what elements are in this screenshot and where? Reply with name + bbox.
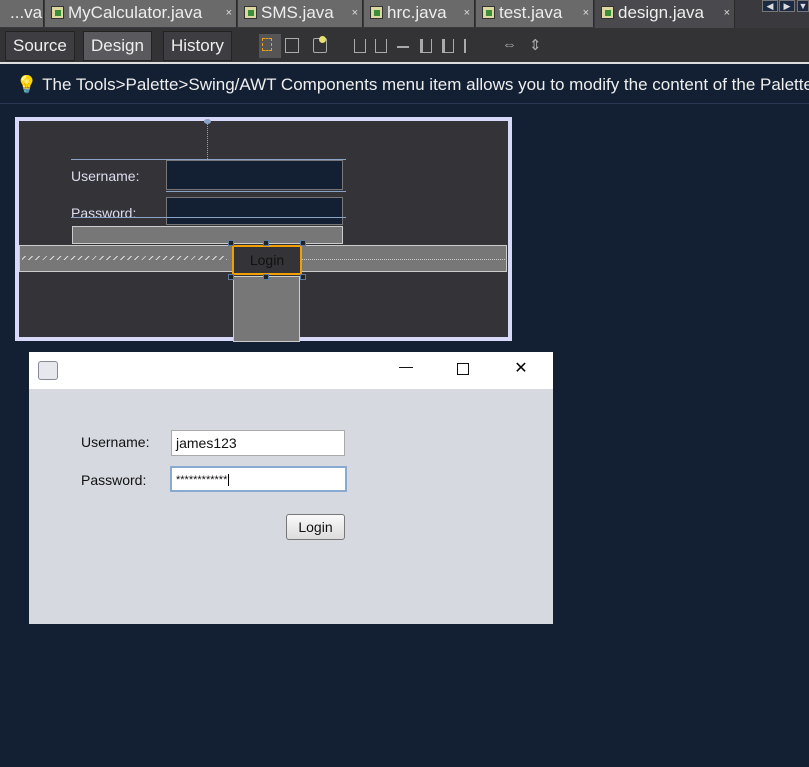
- java-file-icon: [370, 6, 383, 19]
- center-vertically-icon[interactable]: [464, 39, 476, 53]
- connection-mode-icon[interactable]: [285, 38, 299, 53]
- text-cursor: [228, 474, 230, 486]
- close-tab-icon[interactable]: ×: [583, 0, 589, 26]
- design-button[interactable]: Design: [83, 31, 152, 61]
- java-icon: [38, 361, 58, 380]
- tab-label: test.java: [499, 3, 563, 22]
- tab-label: ...va: [10, 3, 43, 22]
- tab-test[interactable]: test.java ×: [476, 0, 594, 27]
- resize-handle[interactable]: [300, 240, 306, 246]
- tab-label: hrc.java: [387, 3, 447, 22]
- close-tab-icon[interactable]: ×: [464, 0, 470, 26]
- preview-design-icon[interactable]: [313, 36, 327, 53]
- java-file-icon: [244, 6, 257, 19]
- java-file-icon: [482, 6, 495, 19]
- designer-username-label[interactable]: Username:: [71, 168, 139, 184]
- resize-handle[interactable]: [263, 240, 269, 246]
- vertical-spring: [233, 276, 300, 342]
- username-input[interactable]: james123: [171, 430, 345, 456]
- maximize-button[interactable]: [457, 363, 469, 375]
- tab-label: design.java: [618, 3, 705, 22]
- align-left-icon[interactable]: [354, 39, 366, 53]
- align-right-icon[interactable]: [375, 39, 387, 53]
- horizontal-resize-icon[interactable]: ⇔: [502, 36, 517, 53]
- designer-password-label[interactable]: Password:: [71, 205, 136, 221]
- close-tab-icon[interactable]: ×: [226, 0, 232, 26]
- scroll-right-icon[interactable]: ▶: [779, 0, 795, 12]
- preview-window: — ✕ Username: james123 Password: *******…: [29, 352, 553, 624]
- minimize-button[interactable]: —: [391, 358, 421, 374]
- tab-label: MyCalculator.java: [68, 3, 203, 22]
- lightbulb-icon: 💡: [16, 75, 38, 94]
- anchor-handle: [204, 119, 211, 124]
- selection-mode-icon[interactable]: [259, 34, 281, 58]
- java-file-icon: [601, 6, 614, 19]
- align-top-icon[interactable]: [420, 39, 432, 53]
- java-file-icon: [51, 6, 64, 19]
- window-titlebar: — ✕: [29, 352, 553, 389]
- history-button[interactable]: History: [163, 31, 232, 61]
- designer-password-field[interactable]: [166, 197, 343, 225]
- resize-handle[interactable]: [228, 274, 234, 280]
- password-mask: ************: [176, 474, 228, 486]
- center-horizontally-icon[interactable]: [397, 46, 409, 60]
- hint-text: The Tools>Palette>Swing/AWT Components m…: [42, 75, 809, 94]
- resize-handle[interactable]: [263, 274, 269, 280]
- designer-login-button[interactable]: Login: [232, 245, 302, 275]
- tab-truncated[interactable]: ...va: [0, 0, 44, 27]
- tab-label: SMS.java: [261, 3, 334, 22]
- close-tab-icon[interactable]: ×: [724, 0, 730, 26]
- hint-bar: 💡 The Tools>Palette>Swing/AWT Components …: [0, 66, 809, 104]
- password-label: Password:: [81, 472, 147, 488]
- tab-mycalculator[interactable]: MyCalculator.java ×: [45, 0, 237, 27]
- align-bottom-icon[interactable]: [442, 39, 454, 53]
- resize-handle[interactable]: [300, 274, 306, 280]
- username-label: Username:: [81, 434, 150, 450]
- password-input[interactable]: ************: [170, 466, 347, 492]
- source-button[interactable]: Source: [5, 31, 75, 61]
- editor-tab-bar: ...va MyCalculator.java × SMS.java × hrc.j…: [0, 0, 809, 28]
- tab-list-dropdown-icon[interactable]: ▼: [797, 0, 809, 12]
- close-tab-icon[interactable]: ×: [352, 0, 358, 26]
- close-button[interactable]: ✕: [509, 358, 533, 378]
- baseline-guide: [71, 217, 346, 218]
- form-design-canvas[interactable]: Username: Password: Login: [15, 117, 512, 342]
- login-button[interactable]: Login: [286, 514, 345, 540]
- tab-hrc[interactable]: hrc.java ×: [364, 0, 475, 27]
- vertical-resize-icon[interactable]: ⇕: [529, 36, 542, 54]
- anchor-guide: [207, 121, 208, 159]
- tab-design[interactable]: design.java ×: [595, 0, 735, 28]
- resize-handle[interactable]: [228, 240, 234, 246]
- baseline-guide: [166, 191, 346, 192]
- designer-username-field[interactable]: [166, 160, 343, 190]
- tab-sms[interactable]: SMS.java ×: [238, 0, 363, 27]
- designer-toolbar: Source Design History ⇔ ⇕: [0, 28, 809, 64]
- scroll-left-icon[interactable]: ◀: [762, 0, 778, 12]
